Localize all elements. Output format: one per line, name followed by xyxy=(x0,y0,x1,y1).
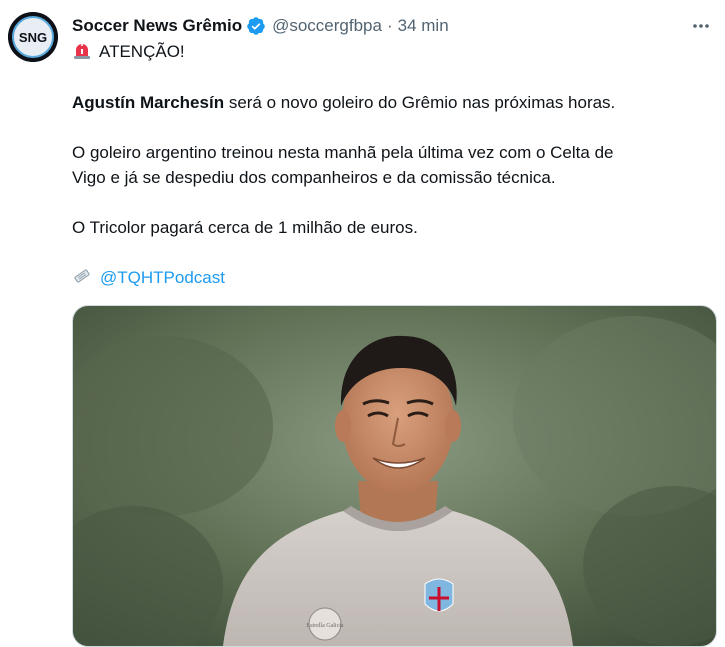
paragraph-1-text: será o novo goleiro do Grêmio nas próxim… xyxy=(224,93,616,112)
author-handle[interactable]: @soccergfbpa xyxy=(272,16,382,36)
author-name[interactable]: Soccer News Grêmio xyxy=(72,16,242,36)
avatar-text: SNG xyxy=(19,30,47,45)
player-photo: Estrella Galicia xyxy=(73,306,716,646)
source-mention-link[interactable]: @TQHTPodcast xyxy=(100,268,225,287)
source-line: @TQHTPodcast xyxy=(72,265,225,290)
police-light-icon xyxy=(72,40,92,60)
paragraph-2-line-1: O goleiro argentino treinou nesta manhã … xyxy=(72,143,614,162)
tweet-photo[interactable]: Estrella Galicia xyxy=(72,305,717,647)
headline-line: ATENÇÃO! xyxy=(72,39,185,64)
verified-badge-icon xyxy=(246,16,266,36)
paragraph-1: Agustín Marchesín será o novo goleiro do… xyxy=(72,90,615,115)
avatar[interactable]: SNG xyxy=(8,12,58,62)
avatar-logo: SNG xyxy=(8,12,58,62)
jersey-sponsor: Estrella Galicia xyxy=(306,623,343,629)
timestamp[interactable]: 34 min xyxy=(398,16,449,36)
paragraph-3: O Tricolor pagará cerca de 1 milhão de e… xyxy=(72,218,418,237)
separator-dot: · xyxy=(386,16,393,35)
more-options-icon[interactable] xyxy=(689,14,713,38)
headline: ATENÇÃO! xyxy=(99,42,185,61)
newspaper-icon xyxy=(72,266,92,286)
tweet-header: Soccer News Grêmio @soccergfbpa · 34 min xyxy=(72,14,705,38)
paragraph-2-line-2: Vigo e já se despediu dos companheiros e… xyxy=(72,168,556,187)
player-name: Agustín Marchesín xyxy=(72,93,225,112)
